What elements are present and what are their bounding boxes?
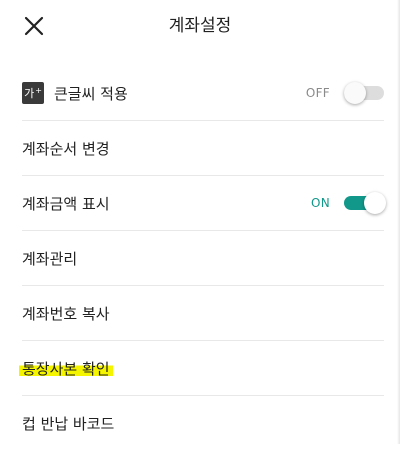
toggle-knob — [344, 82, 366, 104]
cup-return-barcode-row[interactable]: 컵 반납 바코드 — [22, 396, 384, 451]
large-font-icon: 가 + — [22, 82, 44, 104]
toggle-knob — [364, 192, 386, 214]
reorder-accounts-row[interactable]: 계좌순서 변경 — [22, 121, 384, 176]
reorder-accounts-label: 계좌순서 변경 — [22, 139, 110, 158]
page-title: 계좌설정 — [168, 16, 232, 36]
copy-account-number-label: 계좌번호 복사 — [22, 304, 110, 323]
passbook-copy-label: 통장사본 확인 — [19, 357, 113, 379]
large-font-state: OFF — [305, 86, 330, 100]
large-font-toggle-group: OFF — [306, 82, 384, 104]
cup-return-barcode-label: 컵 반납 바코드 — [22, 415, 115, 433]
close-button[interactable] — [18, 10, 50, 42]
show-amount-toggle-group: ON — [310, 192, 386, 214]
large-font-row[interactable]: 가 + 큰글씨 적용 OFF — [22, 66, 384, 121]
show-amount-label: 계좌금액 표시 — [22, 194, 110, 213]
large-font-badge-text: 가 — [24, 87, 35, 100]
large-font-label: 큰글씨 적용 — [54, 84, 128, 103]
show-amount-toggle[interactable] — [344, 192, 386, 214]
passbook-copy-row[interactable]: 통장사본 확인 — [19, 341, 384, 396]
show-amount-row[interactable]: 계좌금액 표시 ON — [22, 176, 386, 231]
copy-account-number-row[interactable]: 계좌번호 복사 — [22, 286, 384, 341]
large-font-badge-sup: + — [35, 85, 42, 95]
manage-accounts-row[interactable]: 계좌관리 — [22, 231, 384, 286]
manage-accounts-label: 계좌관리 — [22, 249, 78, 268]
show-amount-state: ON — [310, 196, 330, 210]
close-icon — [24, 16, 44, 36]
large-font-toggle[interactable] — [344, 82, 384, 104]
header: 계좌설정 — [0, 0, 400, 52]
